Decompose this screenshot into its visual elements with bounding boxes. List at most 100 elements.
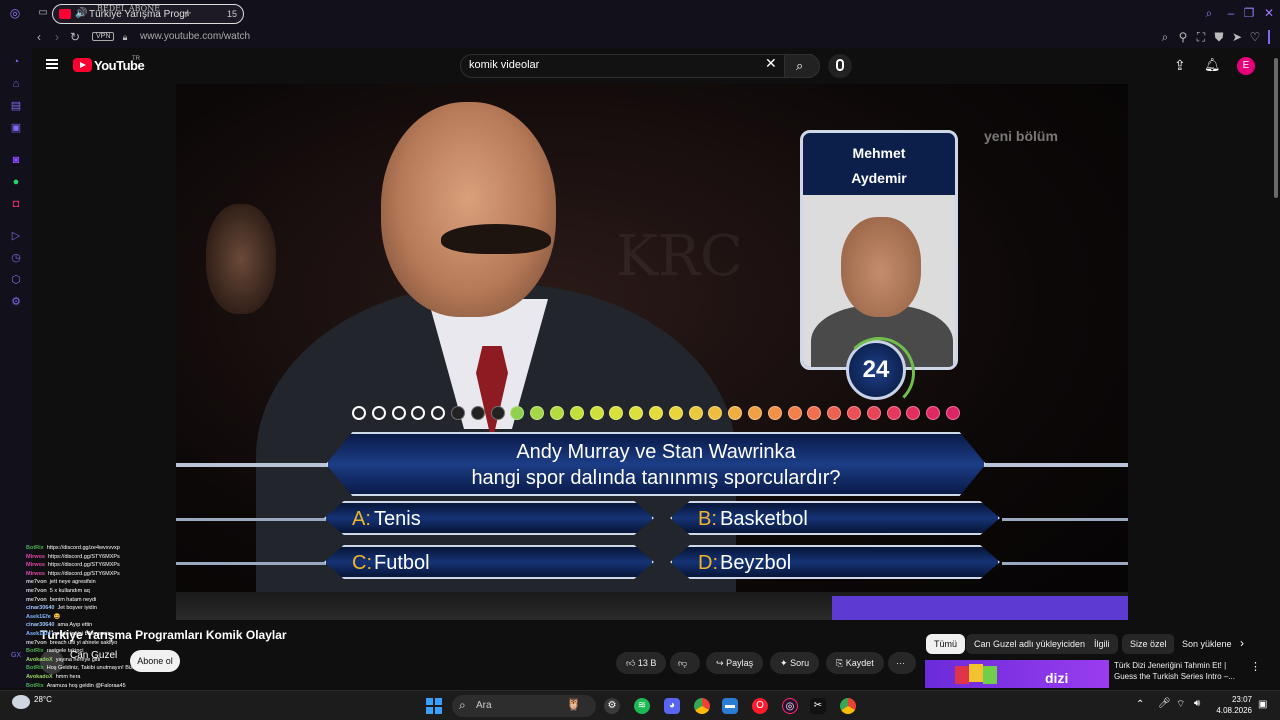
sidebar-toggle-icon[interactable]: [1268, 30, 1270, 44]
chevron-right-icon[interactable]: ›: [1240, 636, 1244, 650]
opera-gx-logo-icon[interactable]: ◎: [8, 6, 22, 20]
chat-username: me7von: [26, 639, 47, 646]
spotify-icon[interactable]: ≋: [634, 698, 650, 714]
heart-icon[interactable]: ♡: [1248, 30, 1262, 44]
ask-button[interactable]: ✦ Soru: [770, 652, 820, 674]
speed-dial-icon[interactable]: ◔: [10, 56, 22, 68]
whatsapp-icon[interactable]: ●: [10, 176, 22, 188]
weather-temp[interactable]: 28°C: [34, 695, 52, 704]
microphone-icon[interactable]: 🎤︎: [1158, 698, 1171, 709]
save-button[interactable]: ⎘ Kaydet: [826, 652, 884, 674]
settings-icon[interactable]: ⚙: [10, 296, 22, 308]
twitch-icon[interactable]: ◙: [10, 154, 22, 166]
opera-icon[interactable]: O: [752, 698, 768, 714]
recommendation-thumbnail[interactable]: dizi: [925, 660, 1109, 688]
back-icon[interactable]: ‹: [32, 30, 46, 44]
chip-recent[interactable]: Son yüklene: [1174, 634, 1234, 654]
ladder-dot: [767, 406, 782, 420]
thumb-box-yellow: [969, 664, 983, 682]
chrome-icon[interactable]: [840, 698, 856, 714]
like-button[interactable]: 👍︎ 13 B: [616, 652, 667, 674]
chat-message: cinar30640 ama Ayıp ettin: [26, 621, 206, 630]
screenshot-icon[interactable]: ⛶: [1194, 30, 1208, 44]
capcut-icon[interactable]: ✂: [810, 698, 826, 714]
voice-search-button[interactable]: [828, 54, 852, 78]
volume-icon[interactable]: 🔊︎: [1194, 698, 1200, 709]
ladder-dot: [926, 406, 941, 420]
show-hidden-icons-icon[interactable]: ⌃: [1136, 699, 1144, 710]
zoom-icon[interactable]: ⌕: [1158, 30, 1172, 44]
ladder-dot: [946, 406, 960, 420]
player-icon[interactable]: ▷: [10, 230, 22, 242]
countdown-timer: 24: [843, 337, 915, 409]
clear-search-icon[interactable]: ✕: [765, 55, 777, 72]
wifi-icon[interactable]: ⌔: [1176, 698, 1185, 711]
chat-username: me7von: [26, 579, 47, 586]
opera-gx-icon[interactable]: ◎: [782, 698, 798, 714]
notification-center-icon[interactable]: ▣: [1258, 699, 1267, 710]
tab-overview-icon[interactable]: ▭: [36, 6, 50, 20]
close-icon[interactable]: ✕: [1262, 6, 1276, 20]
chat-username: cinar30640: [26, 605, 55, 612]
speaker-icon[interactable]: 🔊: [75, 8, 87, 19]
vpn-badge[interactable]: VPN: [92, 32, 115, 41]
gx-label[interactable]: GX: [10, 650, 22, 662]
news-icon[interactable]: ▤: [10, 100, 22, 112]
search-box[interactable]: [460, 54, 812, 78]
search-icon: ⌕: [459, 698, 466, 712]
bookmark-icon: ⎘: [836, 658, 844, 668]
search-icon[interactable]: ⌕: [1202, 6, 1216, 20]
messenger-icon[interactable]: ▣: [10, 122, 22, 134]
taskbar-search[interactable]: ⌕ Ara 🦉: [452, 695, 596, 717]
file-explorer-icon[interactable]: ▬: [722, 698, 738, 714]
chip-all[interactable]: Tümü: [926, 634, 966, 654]
account-avatar[interactable]: E: [1237, 57, 1255, 75]
reload-icon[interactable]: ↻: [68, 30, 82, 44]
ladder-dot: [451, 406, 465, 420]
chip-from-uploader[interactable]: Can Guzel adlı yükleyiciden: [966, 634, 1094, 654]
clock[interactable]: 23:07 4.08.2026: [1212, 694, 1252, 716]
search-input[interactable]: [469, 59, 759, 71]
recommendation-title[interactable]: Türk Dizi Jeneriğini Tahmin Et! | Guess …: [1114, 660, 1244, 682]
chat-text: breach ulti yi ahirete sakliyo: [49, 639, 118, 646]
discord-icon[interactable]: ◕: [664, 698, 680, 714]
shield-icon[interactable]: ⛊: [1212, 30, 1226, 44]
maximize-icon[interactable]: ❐: [1242, 6, 1256, 20]
minimize-icon[interactable]: –: [1224, 6, 1238, 20]
store-icon[interactable]: ⌂: [10, 78, 22, 90]
pin-icon[interactable]: ⚲: [1176, 30, 1190, 44]
youtube-logo-icon[interactable]: [73, 58, 92, 72]
new-tab-button[interactable]: +: [184, 5, 192, 20]
page-scrollbar[interactable]: [1272, 48, 1280, 688]
chip-for-you[interactable]: Size özel: [1122, 634, 1175, 654]
weather-cloud-icon[interactable]: [12, 695, 30, 709]
more-actions-button[interactable]: ···: [888, 652, 916, 674]
video-player[interactable]: KRC yeni bölüm Mehmet Aydemir 24 Andy Mu…: [176, 84, 1128, 620]
extensions-icon[interactable]: ⬡: [10, 274, 22, 286]
chrome-profile-icon[interactable]: [694, 698, 710, 714]
forward-icon[interactable]: ›: [50, 30, 64, 44]
steelseries-icon[interactable]: ⚙: [604, 698, 620, 714]
lock-icon[interactable]: 🔒︎: [118, 30, 132, 44]
history-icon[interactable]: ◷: [10, 252, 22, 264]
start-button[interactable]: [426, 698, 442, 714]
chat-username: Asek1Efe: [26, 613, 51, 620]
instagram-icon[interactable]: ◘: [10, 198, 22, 210]
chat-text: Hoş Geldiniz, Takibi unutmayın! Bizi izl…: [46, 665, 157, 672]
search-button[interactable]: ⌕: [784, 54, 820, 78]
notifications-bell-icon[interactable]: 🔔︎: [1204, 57, 1221, 73]
dislike-button[interactable]: 👎︎: [670, 652, 700, 674]
url-field[interactable]: www.youtube.com/watch: [140, 31, 250, 42]
recommendation-menu-icon[interactable]: ⋮: [1250, 660, 1261, 673]
upload-icon[interactable]: ⇪: [1174, 57, 1186, 74]
browser-tab[interactable]: 🔊 BEDEL ABONE Türkiye Yarışma Progra 15: [52, 4, 244, 24]
menu-icon[interactable]: [46, 59, 58, 69]
send-icon[interactable]: ➤: [1230, 30, 1244, 44]
share-button[interactable]: ↪ Paylaş: [706, 652, 764, 674]
chat-username: Asek1Efe: [26, 630, 51, 637]
scrollbar-thumb[interactable]: [1274, 58, 1278, 198]
chat-message: me7von breach ulti yi ahirete sakliyo: [26, 639, 206, 648]
chip-related[interactable]: İlgili: [1086, 634, 1118, 654]
chat-message: Mirwos https://discord.gg/STY6MXPs: [26, 553, 206, 562]
like-count: 13 B: [637, 658, 657, 668]
